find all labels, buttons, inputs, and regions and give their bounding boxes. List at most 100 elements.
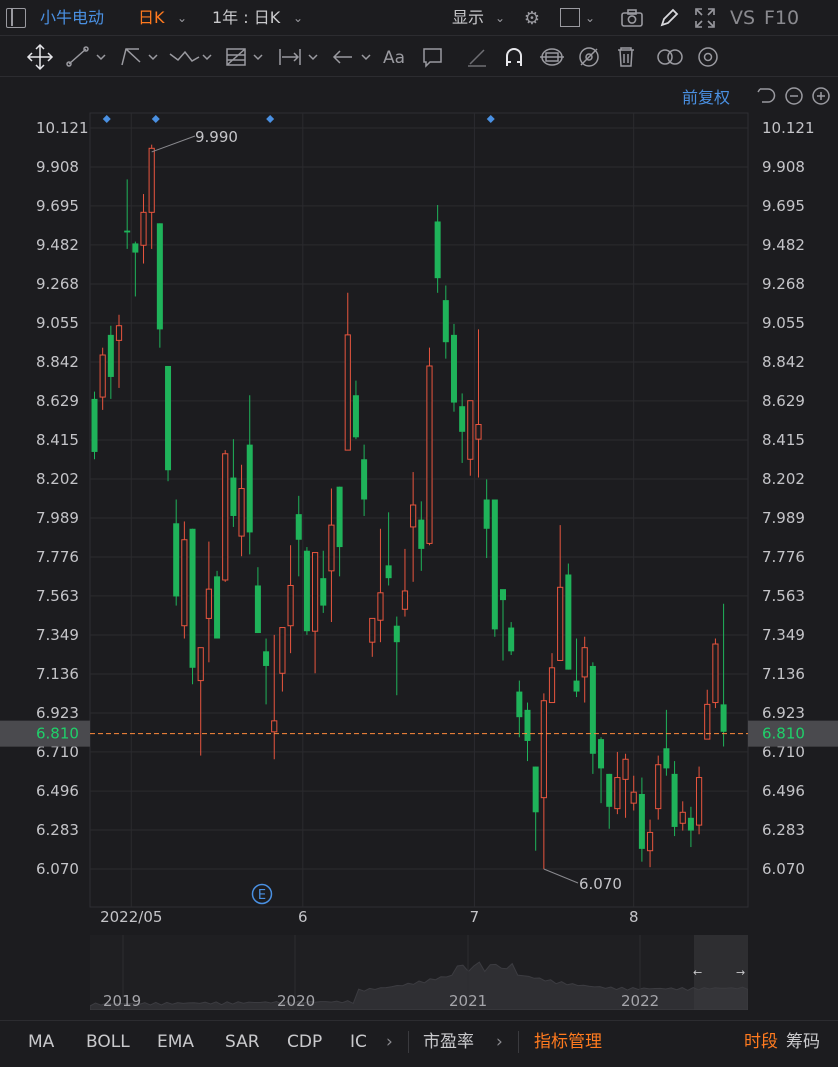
eraser-icon[interactable] — [468, 49, 486, 67]
candle[interactable] — [328, 524, 335, 572]
candle[interactable] — [655, 764, 662, 810]
candle[interactable] — [565, 574, 572, 670]
candle[interactable] — [442, 300, 449, 343]
chevron-down-icon[interactable]: ⌄ — [582, 8, 598, 28]
candle[interactable] — [638, 794, 645, 849]
candle[interactable] — [91, 398, 98, 452]
candle[interactable] — [548, 667, 556, 704]
kline-chart[interactable]: 10.121 10.121 9.908 9.908 9.695 9.695 9.482 9.4… — [0, 78, 838, 926]
candle[interactable] — [287, 584, 294, 627]
candle[interactable] — [589, 665, 596, 754]
chevron-down-icon[interactable]: ⌄ — [492, 8, 508, 28]
hide-drawing-icon[interactable] — [579, 47, 599, 67]
compare-button[interactable]: VS — [730, 0, 755, 36]
candle[interactable] — [491, 499, 498, 630]
ray-tool-icon[interactable] — [121, 48, 158, 66]
candle[interactable] — [181, 539, 188, 627]
dividend-marker[interactable] — [486, 115, 495, 123]
candle[interactable] — [352, 395, 359, 438]
candle[interactable] — [581, 647, 588, 678]
zoom-out-icon[interactable] — [785, 87, 803, 105]
candle[interactable] — [361, 459, 368, 500]
comment-icon[interactable] — [423, 48, 442, 68]
candle[interactable] — [156, 223, 163, 330]
chevron-down-icon[interactable]: ⌄ — [288, 8, 308, 28]
candle[interactable] — [344, 334, 351, 451]
candle[interactable] — [385, 565, 392, 579]
candle[interactable] — [434, 221, 441, 279]
candle[interactable] — [238, 488, 245, 537]
candle[interactable] — [173, 523, 180, 597]
candle[interactable] — [712, 643, 719, 704]
zoom-in-icon[interactable] — [812, 87, 830, 105]
chevron-right-icon[interactable]: › — [496, 1021, 503, 1063]
candle[interactable] — [369, 617, 376, 643]
candle[interactable] — [99, 354, 106, 398]
candle[interactable] — [426, 365, 433, 544]
trash-icon[interactable] — [618, 47, 634, 67]
candle[interactable] — [140, 211, 147, 246]
candle[interactable] — [573, 680, 580, 692]
candle[interactable] — [320, 578, 327, 606]
candle[interactable] — [295, 514, 302, 540]
candle[interactable] — [679, 811, 686, 824]
f10-button[interactable]: F10 — [764, 0, 799, 36]
drawing-settings-icon[interactable] — [698, 47, 718, 67]
pen-icon[interactable] — [657, 6, 681, 30]
candle[interactable] — [214, 576, 221, 639]
candle[interactable] — [222, 453, 229, 581]
candle[interactable] — [311, 552, 319, 632]
candle[interactable] — [598, 739, 605, 769]
display-menu[interactable]: 显示 — [452, 0, 484, 36]
range-selector[interactable]: 1年 : 日K — [212, 0, 280, 36]
tab-ma[interactable]: MA — [28, 1021, 54, 1063]
sidebar-toggle-icon[interactable] — [6, 8, 26, 28]
navigator-handle-left-icon[interactable]: ← — [693, 966, 702, 979]
candle[interactable] — [336, 486, 343, 548]
candle[interactable] — [303, 550, 310, 632]
candle[interactable] — [410, 504, 417, 528]
lock-drawing-icon[interactable] — [540, 48, 564, 66]
overlap-circles-icon[interactable] — [657, 49, 683, 65]
candle[interactable] — [467, 400, 474, 460]
candle[interactable] — [557, 586, 564, 661]
adjust-mode-button[interactable]: 前复权 — [682, 84, 730, 108]
text-tool-icon[interactable]: Aa — [383, 48, 405, 68]
chips-button[interactable]: 筹码 — [786, 1021, 820, 1063]
navigator-handle-right-icon[interactable]: → — [736, 966, 745, 979]
candle[interactable] — [115, 325, 123, 341]
candle[interactable] — [500, 589, 506, 601]
candle[interactable] — [124, 230, 131, 233]
time-share-button[interactable]: 时段 — [744, 1021, 778, 1063]
measure-tool-icon[interactable] — [279, 49, 318, 65]
candle[interactable] — [483, 499, 490, 529]
dividend-marker[interactable] — [151, 115, 160, 123]
candle[interactable] — [246, 444, 253, 533]
tab-boll[interactable]: BOLL — [86, 1021, 130, 1063]
candle[interactable] — [401, 590, 409, 610]
candle[interactable] — [695, 777, 703, 826]
fullscreen-icon[interactable] — [693, 6, 717, 30]
period-selector[interactable]: 日K — [138, 0, 165, 36]
magnet-icon[interactable] — [506, 48, 522, 66]
chevron-down-icon[interactable]: ⌄ — [172, 8, 192, 28]
candle[interactable] — [107, 334, 114, 377]
range-navigator[interactable]: ← → 2019 2020 2021 2022 — [89, 935, 749, 1011]
candle[interactable] — [450, 334, 457, 403]
candle[interactable] — [418, 519, 425, 549]
candle[interactable] — [532, 766, 539, 813]
move-cross-icon[interactable] — [26, 43, 54, 71]
tab-ema[interactable]: EMA — [157, 1021, 194, 1063]
candle[interactable] — [189, 528, 196, 668]
tab-cdp[interactable]: CDP — [287, 1021, 322, 1063]
gear-icon[interactable]: ⚙ — [520, 6, 544, 30]
candle[interactable] — [516, 691, 523, 718]
wave-tool-icon[interactable] — [169, 50, 212, 62]
candle[interactable] — [230, 477, 237, 516]
candle[interactable] — [279, 627, 286, 674]
indicator-management-button[interactable]: 指标管理 — [534, 1021, 602, 1063]
candle[interactable] — [475, 424, 482, 440]
candle[interactable] — [271, 720, 278, 733]
candle[interactable] — [606, 773, 613, 807]
candle[interactable] — [263, 651, 270, 666]
